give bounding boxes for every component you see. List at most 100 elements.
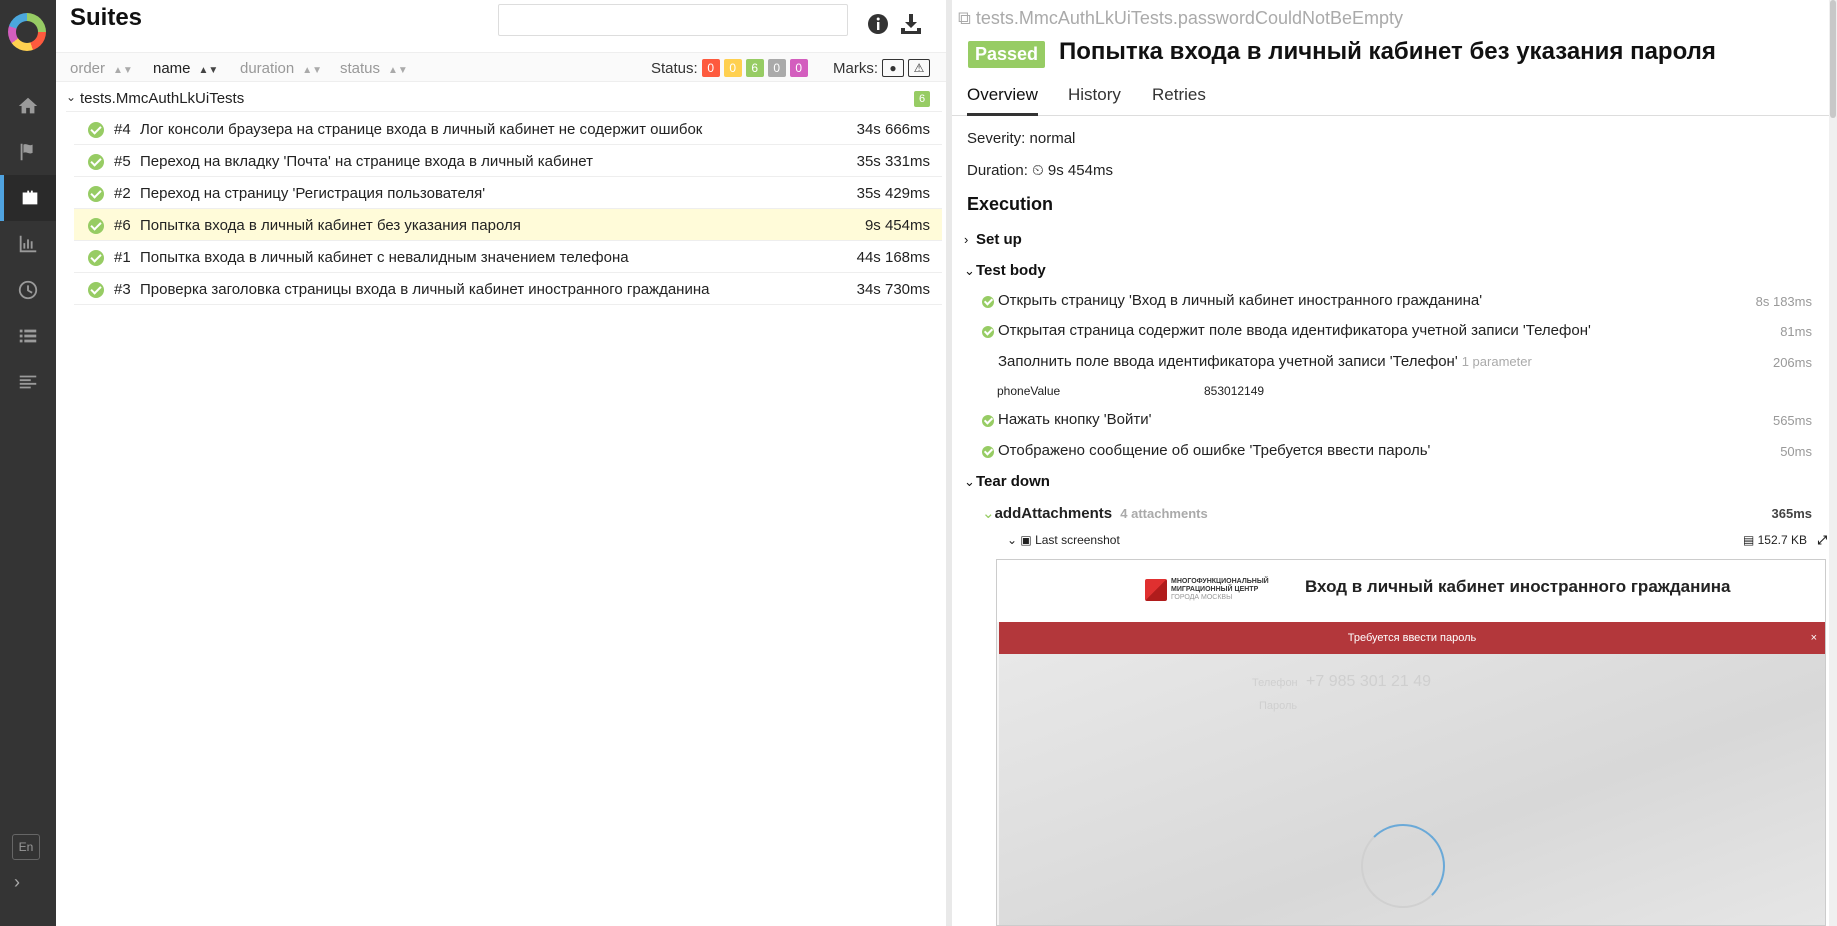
test-title: Попытка входа в личный кабинет без указа… [1059, 38, 1716, 65]
test-row[interactable]: #1 Попытка входа в личный кабинет с нева… [74, 241, 942, 273]
detail-tabs: Overview History Retries [952, 80, 1830, 116]
duration: Duration: ⏲ 9s 454ms [967, 162, 1113, 179]
sidebar: En › [0, 0, 56, 926]
warning-icon[interactable]: ⚠ [908, 59, 930, 77]
test-duration: 9s 454ms [864, 217, 930, 234]
test-duration: 35s 429ms [856, 185, 930, 202]
step-duration: 565ms [1772, 413, 1812, 428]
step-row[interactable]: Открыть страницу 'Вход в личный кабинет … [982, 292, 1812, 316]
screenshot-error-bar: Требуется ввести пароль × [999, 622, 1825, 654]
tab-history[interactable]: History [1068, 85, 1121, 113]
clock-icon: ⏲ [1032, 162, 1044, 179]
screenshot-preview[interactable]: МНОГОФУНКЦИОНАЛЬНЫЙ МИГРАЦИОННЫЙ ЦЕНТР Г… [996, 559, 1826, 926]
execution-heading: Execution [967, 194, 1054, 214]
info-icon[interactable] [866, 12, 890, 36]
test-number: #4 [114, 121, 131, 138]
test-path[interactable]: ⧉ tests.MmcAuthLkUiTests.passwordCouldNo… [958, 8, 1403, 29]
briefcase-icon[interactable] [0, 175, 56, 221]
file-icon: ▤ [1742, 533, 1758, 547]
copy-icon[interactable]: ⧉ [958, 8, 976, 28]
expand-sidebar-icon[interactable]: › [14, 872, 20, 893]
sort-name[interactable]: name ▲▼ [153, 60, 218, 77]
test-details-pane: ⧉ tests.MmcAuthLkUiTests.passwordCouldNo… [952, 0, 1837, 926]
sort-bar: order ▲▼ name ▲▼ duration ▲▼ status ▲▼ Statu… [56, 52, 946, 82]
passed-check-icon [88, 282, 104, 298]
step-name: Нажать кнопку 'Войти' [998, 411, 1152, 428]
flaky-bomb-icon[interactable]: ● [882, 59, 904, 77]
setup-toggle[interactable]: › Set up [964, 231, 1022, 248]
test-name: Переход на страницу 'Регистрация пользов… [140, 185, 486, 202]
image-file-icon: ▣ [1020, 533, 1036, 547]
passed-check-icon [982, 446, 994, 458]
passed-check-icon [88, 154, 104, 170]
status-passed-badge[interactable]: 6 [745, 59, 764, 77]
bar-chart-icon[interactable] [0, 221, 56, 267]
align-left-icon[interactable] [0, 359, 56, 405]
status-label: Status: [651, 59, 698, 77]
status-badge: Passed [968, 41, 1046, 68]
step-duration: 8s 183ms [1755, 294, 1812, 309]
clock-icon[interactable] [0, 267, 56, 313]
chevron-right-icon: › [964, 232, 969, 247]
attachment-row[interactable]: ⌄ ▣ Last screenshot ▤ 152.7 KB ⤢ [1007, 533, 1827, 551]
sort-order[interactable]: order ▲▼ [70, 60, 133, 77]
language-button[interactable]: En [12, 834, 40, 860]
step-row[interactable]: Отображено сообщение об ошибке 'Требуетс… [982, 442, 1812, 466]
duration-value: 9s 454ms [1047, 162, 1113, 179]
test-body-toggle[interactable]: ⌄Test body [964, 262, 1046, 279]
passed-check-icon [88, 122, 104, 138]
attachments-step[interactable]: ⌄addAttachments 4 attachments 365ms [982, 504, 1812, 528]
passed-check-icon [982, 296, 994, 308]
screenshot-title: Вход в личный кабинет иностранного гражд… [1305, 577, 1731, 596]
fullscreen-icon[interactable]: ⤢ [1817, 533, 1827, 548]
step-duration: 206ms [1772, 355, 1812, 370]
step-row[interactable]: Открытая страница содержит поле ввода ид… [982, 322, 1812, 346]
suite-group-row[interactable]: ⌄ tests.MmcAuthLkUiTests 6 [66, 84, 942, 112]
list-icon[interactable] [0, 313, 56, 359]
phone-value: +7 985 301 21 49 [1306, 673, 1432, 690]
passed-check-icon [982, 326, 994, 338]
status-failed-badge[interactable]: 0 [701, 59, 720, 77]
test-name: Лог консоли браузера на странице входа в… [140, 121, 703, 138]
download-icon[interactable] [899, 12, 923, 36]
phone-label: Телефон [1252, 677, 1298, 689]
status-unknown-badge[interactable]: 0 [789, 59, 808, 77]
passed-check-icon [88, 250, 104, 266]
test-row[interactable]: #5 Переход на вкладку 'Почта' на страниц… [74, 145, 942, 177]
test-row[interactable]: #2 Переход на страницу 'Регистрация поль… [74, 177, 942, 209]
home-icon[interactable] [0, 83, 56, 129]
tab-overview[interactable]: Overview [967, 85, 1038, 116]
passed-check-icon [88, 218, 104, 234]
step-name: Отображено сообщение об ошибке 'Требуетс… [998, 442, 1431, 459]
test-number: #1 [114, 249, 131, 266]
teardown-toggle[interactable]: ⌄Tear down [964, 473, 1050, 490]
status-skipped-badge[interactable]: 0 [767, 59, 786, 77]
duration-label: Duration: [967, 162, 1028, 179]
mfc-org-name: МНОГОФУНКЦИОНАЛЬНЫЙ МИГРАЦИОННЫЙ ЦЕНТР Г… [1171, 578, 1269, 601]
step-row[interactable]: Нажать кнопку 'Войти' 565ms [982, 411, 1812, 435]
sort-status[interactable]: status ▲▼ [340, 60, 408, 77]
scrollbar[interactable] [1829, 0, 1837, 926]
sort-duration[interactable]: duration ▲▼ [240, 60, 322, 77]
test-row[interactable]: #3 Проверка заголовка страницы входа в л… [74, 273, 942, 305]
allure-logo[interactable] [8, 13, 46, 51]
test-name: Переход на вкладку 'Почта' на странице в… [140, 153, 593, 170]
step-name: ⌄addAttachments 4 attachments [982, 505, 1208, 522]
flag-icon[interactable] [0, 129, 56, 175]
close-icon: × [1810, 632, 1817, 644]
search-input[interactable] [498, 4, 848, 36]
test-number: #6 [114, 217, 131, 234]
loading-spinner [1361, 824, 1445, 908]
step-params-count: 1 parameter [1461, 354, 1532, 369]
test-row[interactable]: #4 Лог консоли браузера на странице вход… [74, 113, 942, 145]
marks-filter: Marks: ● ⚠ [833, 59, 930, 77]
step-duration: 50ms [1780, 444, 1812, 459]
scrollbar-thumb[interactable] [1830, 0, 1836, 118]
test-row-selected[interactable]: #6 Попытка входа в личный кабинет без ук… [74, 209, 942, 241]
suite-group-count: 6 [914, 91, 930, 107]
param-value: 853012149 [1204, 384, 1265, 398]
chevron-down-icon: ⌄ [964, 263, 975, 278]
step-row[interactable]: Заполнить поле ввода идентификатора учет… [982, 353, 1812, 377]
status-broken-badge[interactable]: 0 [723, 59, 742, 77]
tab-retries[interactable]: Retries [1152, 85, 1206, 113]
